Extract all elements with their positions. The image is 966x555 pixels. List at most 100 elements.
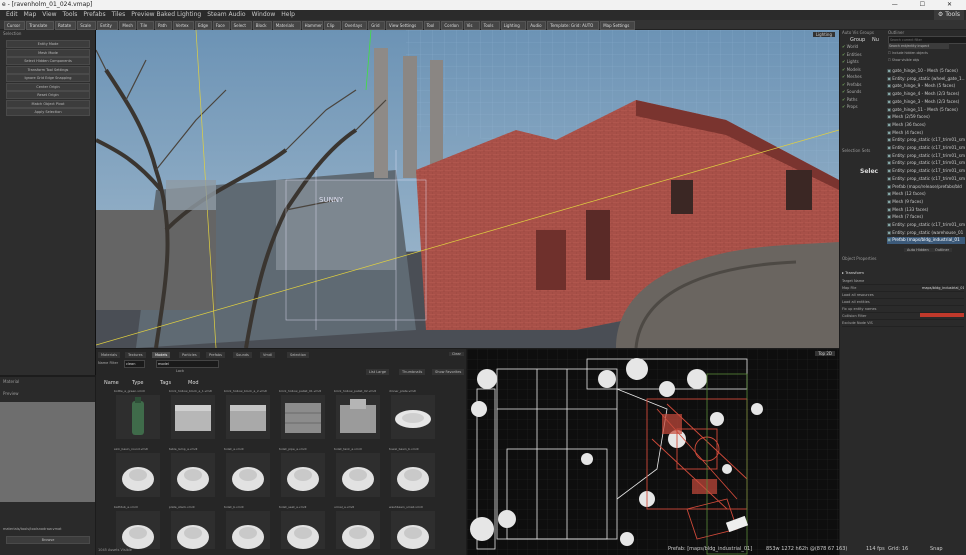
show-favorites-button[interactable]: Show Favorites [432,369,465,375]
property-row[interactable]: Load all resources [842,292,964,299]
left-panel-button-6[interactable]: Reset Origin [6,91,90,99]
menu-item-edit[interactable]: Edit [6,11,18,18]
asset-tile[interactable]: plate_stack.vmdl [169,505,217,549]
outliner-item[interactable]: ▣ Prefab (maps/bldg_industrial_01 [887,237,965,244]
toolbar-button-17[interactable]: Grid [368,21,385,30]
asset-tab-selection[interactable]: Selection [287,352,310,358]
vis-group-item[interactable]: ✔ Meshes [842,74,884,81]
menu-item-tiles[interactable]: Tiles [112,11,126,18]
outliner-item[interactable]: ▣ Prefab (maps/release/prefabs/bld [887,184,965,191]
toolbar-button-14[interactable]: Hammer [301,21,323,30]
name-filter-input[interactable]: clean [124,360,145,368]
toolbar-button-12[interactable]: Block [252,21,272,30]
outliner-item[interactable]: ▣ Mesh (12 faces) [887,191,965,198]
property-row[interactable]: Fix up entity names [842,306,964,313]
property-row[interactable]: Target Name [842,278,964,285]
browse-button[interactable]: Browse [6,536,90,544]
outliner-item[interactable]: ▣ Mesh (133 faces) [887,207,965,214]
outliner-item[interactable]: ▣ gate_hinge_11 - Mesh (5 faces) [887,107,965,114]
outliner-item[interactable]: ▣ gate_hinge_4 - Mesh (2/3 faces) [887,91,965,98]
toolbar-button-4[interactable]: Entity [97,21,119,30]
viewport-2d-top[interactable]: Top 2D [467,349,839,555]
outliner-item[interactable]: ▣ Entity: prop_static (c17_trim01_sm [887,137,965,144]
outliner-item[interactable]: ▣ Entity: prop_static (c17_trim01_sm [887,160,965,167]
property-value[interactable]: maps/bldg_industrial_01 [922,285,964,291]
menu-item-window[interactable]: Window [252,11,276,18]
outliner-item[interactable]: ▣ gate_hinge_9 - Mesh (5 faces) [887,83,965,90]
left-panel-button-3[interactable]: Transform Tool Settings [6,65,90,74]
asset-tile[interactable]: washbasin_small.vmdl [389,505,437,549]
outliner-button[interactable]: Outliner [932,248,953,252]
toolbar-button-13[interactable]: Materials [272,21,301,30]
outliner-item[interactable]: ▣ Entity: prop_static (c17_trim01_sm [887,222,965,229]
asset-tile[interactable]: brick_hollow_block_a_2.vmdl [224,389,272,444]
toolbar-button-10[interactable]: Face [212,21,230,30]
asset-tab-prefabs[interactable]: Prefabs [206,352,225,358]
toolbar-button-26[interactable]: Map Settings [600,21,635,30]
toolbar-button-20[interactable]: Cordon [441,21,463,30]
asset-tile[interactable]: brick_hollow_pallet_01.vmdl [279,389,327,444]
vis-group-item[interactable]: ✔ Paths [842,97,884,104]
outliner-item[interactable]: ▣ Entity: prop_static (wheel_gate_1...) [887,76,965,83]
status-snap[interactable]: Snap [930,546,943,552]
asset-tile[interactable]: bathtub_a.vmdl [114,505,162,549]
toolbar-button-1[interactable]: Translate [26,21,54,30]
asset-tile[interactable]: table_lamp_a.vmdl [169,447,217,502]
auto-hidden-button[interactable]: Auto Hidden [904,248,932,252]
column-header-name[interactable]: Name [104,380,119,386]
outliner-item[interactable]: ▣ gate_hinge_10 - Mesh (5 faces) [887,68,965,75]
outliner-item[interactable]: ▣ Entity: prop_static (c17_trim01_sm [887,176,965,183]
search-entity-button[interactable]: Search ent/entity inspect [888,43,949,49]
outliner-item[interactable]: ▣ Entity: prop_static (c17_trim01_sm [887,145,965,152]
left-panel-button-1[interactable]: Mesh Mode [6,48,90,57]
asset-tile[interactable]: urinal_a.vmdl [334,505,382,549]
toolbar-button-25[interactable]: Template: Grid: AUTO [547,21,600,30]
menu-item-preview-baked-lighting[interactable]: Preview Baked Lighting [131,11,201,18]
viewport-2d-label[interactable]: Top 2D [815,351,835,356]
status-grid[interactable]: Grid: 16 [888,546,908,552]
color-swatch[interactable] [920,313,964,317]
toolbar-button-21[interactable]: Vis [463,21,480,30]
outliner-item[interactable]: ▣ Mesh (9 faces) [887,199,965,206]
toolbar-button-5[interactable]: Mesh [119,21,137,30]
asset-tab-models[interactable]: Models [152,352,171,358]
property-row[interactable]: Exclude Node VIS [842,320,964,327]
tag-filter-input[interactable]: model [156,360,219,368]
left-panel-button-5[interactable]: Center Origin [6,82,90,91]
show-visible-checkbox[interactable]: ☐ Show visible objs [888,58,919,62]
asset-tile[interactable]: toilet_pipe_a.vmdl [279,447,327,502]
toolbar-button-19[interactable]: Tool [423,21,441,30]
left-panel-button-8[interactable]: Apply Selection [6,108,90,116]
toolbar-button-7[interactable]: Path [155,21,172,30]
asset-tile[interactable]: toilet_seat_a.vmdl [279,505,327,549]
property-row[interactable]: Map File maps/bldg_industrial_01 [842,285,964,292]
lock-label[interactable]: Lock [176,369,184,373]
asset-tab-materials[interactable]: Materials [98,352,121,358]
window-controls[interactable]: — ☐ ✕ [892,0,962,10]
toolbar-button-18[interactable]: View Settings [386,21,423,30]
thumbnails-button[interactable]: Thumbnails [399,369,426,375]
left-panel-button-7[interactable]: Match Object Pivot [6,99,90,108]
toolbar-button-9[interactable]: Edge [195,21,212,30]
toolbar-button-15[interactable]: Clip [323,21,341,30]
asset-tile[interactable]: brick_hollow_pallet_02.vmdl [334,389,382,444]
toolbar-button-6[interactable]: Tile [137,21,154,30]
asset-tab-particles[interactable]: Particles [179,352,200,358]
toolbar-button-24[interactable]: Audio [527,21,547,30]
include-hidden-checkbox[interactable]: ☐ Include hidden objects [888,51,928,55]
toolbar-button-11[interactable]: Select [230,21,252,30]
vis-group-item[interactable]: ✔ World [842,44,884,51]
asset-tile[interactable]: bottle_a_green.vmdl [114,389,162,444]
menu-item-help[interactable]: Help [281,11,295,18]
vis-group-item[interactable]: ✔ Prefabs [842,82,884,89]
vis-group-item[interactable]: ✔ Entities [842,52,884,59]
outliner-item[interactable]: ▣ Mesh (4 faces) [887,130,965,137]
asset-tile[interactable]: toilet_tank_a.vmdl [334,447,382,502]
tools-menu-button[interactable]: ⚙ Tools [933,10,964,20]
column-header-mod[interactable]: Mod [188,380,199,386]
viewport-mode-label[interactable]: Lighting [812,32,835,37]
outliner-item[interactable]: ▣ Mesh (7 faces) [887,214,965,221]
asset-tab-textures[interactable]: Textures [125,352,146,358]
outliner-item[interactable]: ▣ Mesh (2/59 faces) [887,114,965,121]
asset-tile[interactable]: dinner_plate.vmdl [389,389,437,444]
